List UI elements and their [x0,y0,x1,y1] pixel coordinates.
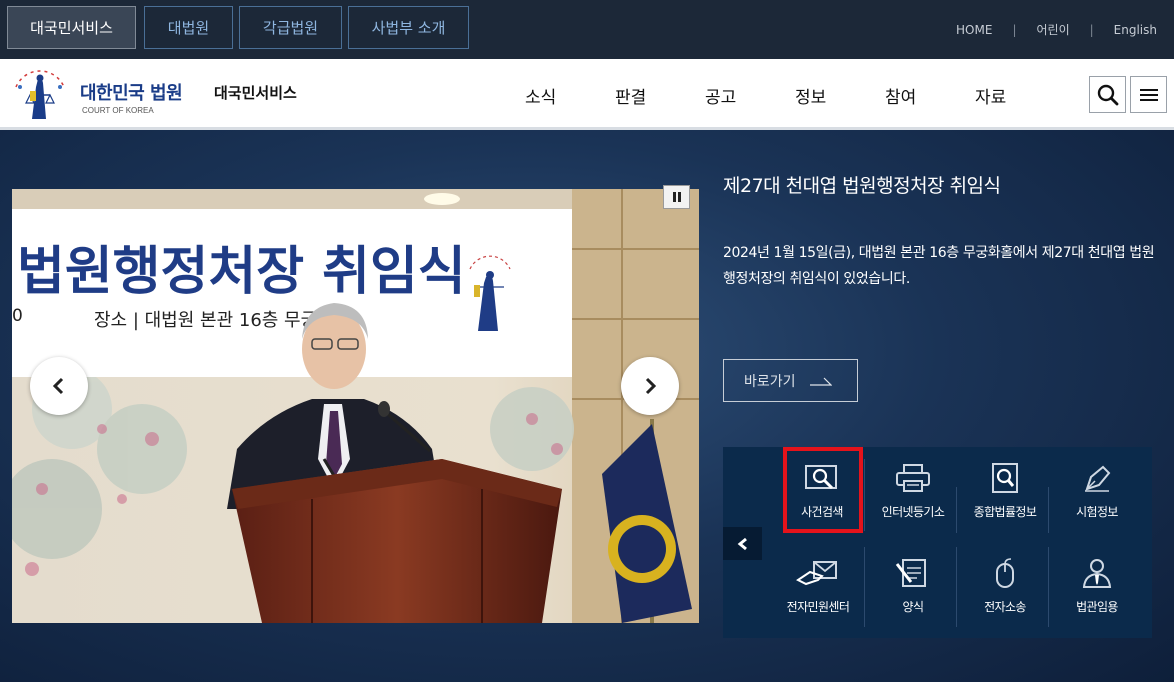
quick-e-litigation[interactable]: 전자소송 [960,542,1050,632]
quick-judge-appointment[interactable]: 법관임용 [1052,542,1142,632]
quick-internet-registry[interactable]: 인터넷등기소 [868,447,958,537]
divider: | [1012,22,1017,37]
nav-notices[interactable]: 공고 [705,83,736,108]
english-link[interactable]: English [1114,23,1157,37]
tab-all-courts[interactable]: 각급법원 [239,6,342,49]
slide-pause-button[interactable] [663,185,690,209]
mouse-icon [996,558,1014,588]
quick-forms[interactable]: 양식 [868,542,958,632]
pen-icon [1085,465,1111,492]
quick-label: 종합법률정보 [973,505,1037,519]
chevron-right-icon [645,377,657,395]
quick-label: 시험정보 [1076,505,1118,519]
quick-e-civil-center[interactable]: 전자민원센터 [773,542,863,632]
quick-label: 전자소송 [984,600,1026,614]
goto-button[interactable]: 바로가기 [723,359,858,402]
person-tie-icon [1082,559,1112,588]
search-button[interactable] [1089,76,1126,113]
nav-resources[interactable]: 자료 [975,83,1006,108]
hand-envelope-icon [796,561,837,586]
news-description: 2024년 1월 15일(금), 대법원 본관 16층 무궁화홀에서 제27대 … [723,245,1155,287]
brand-service-name[interactable]: 대국민서비스 [214,82,297,103]
search-icon [1097,84,1118,105]
printer-icon [896,464,930,492]
news-title[interactable]: 제27대 천대엽 법원행정처장 취임식 [723,171,1001,198]
brand-name[interactable]: 대한민국 법원 [80,79,183,105]
quick-label: 양식 [902,600,924,614]
quick-legal-info[interactable]: 종합법률정보 [960,447,1050,537]
banner-fragment-text: 0 [12,306,23,326]
pause-icon [672,192,681,202]
home-link[interactable]: HOME [956,23,992,37]
site-header: 대한민국 법원 COURT OF KOREA 대국민서비스 소식 판결 공고 정… [0,59,1174,130]
tab-public-service[interactable]: 대국민서비스 [7,6,136,49]
court-emblem-logo[interactable] [8,65,72,123]
news-slide-photo: 법원행정처장 취임식 0 장소 | 대법원 본관 16층 무궁화홀 [12,189,699,623]
nav-information[interactable]: 정보 [795,83,826,108]
form-pencil-icon [895,559,926,587]
brand-subtitle: COURT OF KOREA [82,106,154,115]
chevron-left-icon [737,537,747,550]
nav-news[interactable]: 소식 [525,83,556,108]
banner-title-text: 법원행정처장 취임식 [17,242,466,302]
menu-button[interactable] [1130,76,1167,113]
tab-judiciary-intro[interactable]: 사법부 소개 [348,6,469,49]
case-search-highlight [783,447,863,533]
top-utility-bar: 대국민서비스 대법원 각급법원 사법부 소개 HOME | 어린이 | Engl… [0,0,1174,59]
slide-next-button[interactable] [621,357,679,415]
nav-judgments[interactable]: 판결 [615,83,646,108]
utility-links: HOME | 어린이 | English [956,0,1174,59]
document-search-icon [992,463,1018,493]
nav-participation[interactable]: 참여 [885,83,916,108]
kids-link[interactable]: 어린이 [1036,21,1069,38]
quick-label: 인터넷등기소 [881,505,945,519]
quick-label: 법관임용 [1076,600,1118,614]
main-visual: 법원행정처장 취임식 0 장소 | 대법원 본관 16층 무궁화홀 제27대 천… [0,130,1174,682]
arrow-right-icon [809,377,832,386]
quick-menu-prev-button[interactable] [723,527,762,560]
tab-supreme-court[interactable]: 대법원 [144,6,233,49]
goto-button-label: 바로가기 [744,373,796,390]
hamburger-menu-icon [1139,88,1158,101]
divider [864,547,865,627]
divider: | [1089,22,1094,37]
quick-exam-info[interactable]: 시험정보 [1052,447,1142,537]
chevron-left-icon [52,377,64,395]
quick-label: 전자민원센터 [786,600,850,614]
slide-prev-button[interactable] [30,357,88,415]
